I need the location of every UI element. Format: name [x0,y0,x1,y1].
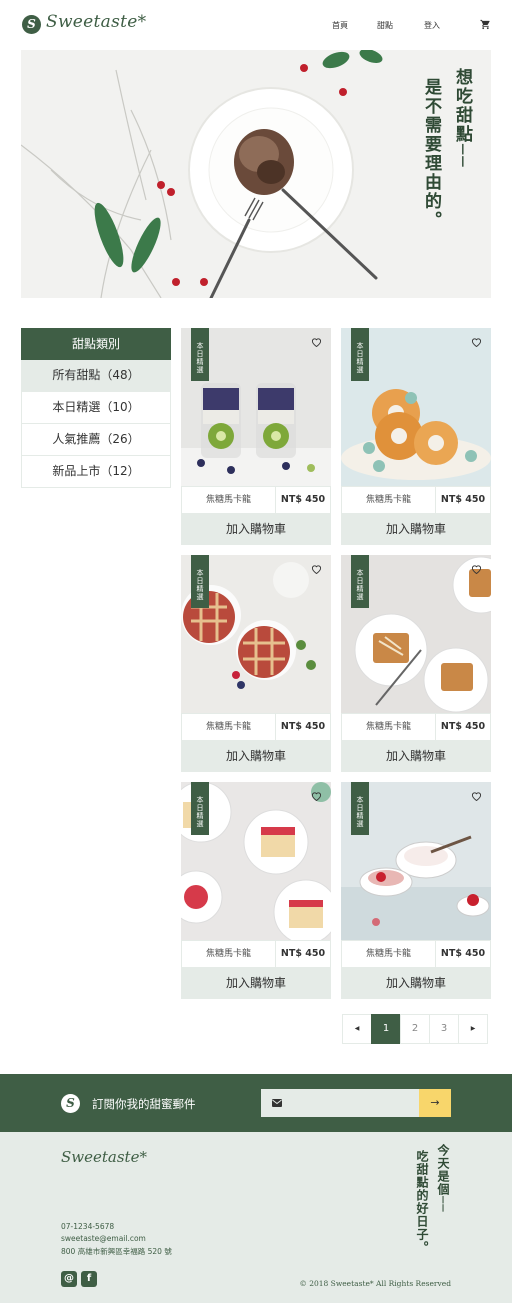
product-price: NT$ 450 [440,721,486,732]
product-info: 焦糖馬卡龍 NT$ 450 [181,713,331,741]
site-footer: Sweetaste* 今天是個── 吃甜點的好日子。 07-1234-5678 … [0,1132,512,1303]
subscribe-bar: S 訂閱你我的甜蜜郵件 → [0,1074,512,1132]
footer-address: 800 高雄市新興區幸福路 520 號 [61,1247,172,1256]
heart-icon[interactable] [311,337,322,347]
product-card: 本日精選 焦糖馬卡龍 NT$ 450 加入購物車 [181,782,331,999]
site-header: S Sweetaste* 首頁 甜點 登入 [0,0,512,50]
featured-badge: 本日精選 [351,555,369,608]
featured-badge: 本日精選 [191,555,209,608]
footer-logo[interactable]: Sweetaste* [61,1148,147,1166]
page-button-2[interactable]: 2 [400,1014,430,1044]
product-info: 焦糖馬卡龍 NT$ 450 [181,486,331,514]
heart-icon[interactable] [471,791,482,801]
add-to-cart-button[interactable]: 加入購物車 [181,514,331,545]
product-name: 焦糖馬卡龍 [342,714,436,740]
mail-icon [272,1099,282,1107]
featured-badge: 本日精選 [191,782,209,835]
product-name: 焦糖馬卡龍 [342,941,436,967]
product-card: 本日精選 焦糖馬卡龍 NT$ 450 加入購物車 [341,555,491,772]
hero-banner: 想吃甜點── 是不需要理由的。 [21,50,491,298]
heart-icon[interactable] [311,791,322,801]
product-price: NT$ 450 [280,948,326,959]
nav-home-link[interactable]: 首頁 [332,20,348,31]
product-info: 焦糖馬卡龍 NT$ 450 [181,940,331,968]
footer-email[interactable]: sweetaste@email.com [61,1234,146,1243]
category-sidebar: 甜點類別 所有甜點（48） 本日精選（10） 人氣推薦（26） 新品上市（12） [21,328,171,488]
footer-title-line1: 今天是個── [436,1144,450,1213]
category-item-new[interactable]: 新品上市（12） [21,456,171,488]
subscribe-text: 訂閱你我的甜蜜郵件 [92,1097,196,1111]
add-to-cart-button[interactable]: 加入購物車 [341,514,491,545]
add-to-cart-button[interactable]: 加入購物車 [341,968,491,999]
category-item-popular[interactable]: 人氣推薦（26） [21,424,171,456]
footer-copyright: © 2018 Sweetaste* All Rights Reserved [299,1279,451,1288]
product-name: 焦糖馬卡龍 [182,487,276,513]
nav-login-link[interactable]: 登入 [424,20,440,31]
hero-title-line2: 是不需要理由的。 [421,78,441,230]
email-input[interactable] [261,1089,419,1117]
heart-icon[interactable] [471,564,482,574]
logo-mark-icon: S [61,1094,80,1113]
nav-dessert-link[interactable]: 甜點 [377,20,393,31]
hero-title: 想吃甜點── 是不需要理由的。 [419,68,475,230]
logo-mark-icon[interactable]: S [22,15,41,34]
featured-badge: 本日精選 [191,328,209,381]
cart-icon[interactable] [480,19,491,30]
featured-badge: 本日精選 [351,328,369,381]
product-card: 本日精選 焦糖馬卡龍 NT$ 450 加入購物車 [181,555,331,772]
page-button-3[interactable]: 3 [429,1014,459,1044]
subscribe-button[interactable]: → [419,1089,451,1117]
product-name: 焦糖馬卡龍 [342,487,436,513]
logo-text[interactable]: Sweetaste* [46,12,146,32]
product-info: 焦糖馬卡龍 NT$ 450 [341,940,491,968]
footer-title: 今天是個── 吃甜點的好日子。 [414,1144,452,1254]
footer-phone: 07-1234-5678 [61,1222,115,1231]
product-card: 本日精選 焦糖馬卡龍 NT$ 450 加入購物車 [341,328,491,545]
product-info: 焦糖馬卡龍 NT$ 450 [341,713,491,741]
add-to-cart-button[interactable]: 加入購物車 [181,741,331,772]
footer-title-line2: 吃甜點的好日子。 [415,1150,429,1254]
product-info: 焦糖馬卡龍 NT$ 450 [341,486,491,514]
heart-icon[interactable] [311,564,322,574]
instagram-icon[interactable]: @ [61,1271,77,1287]
product-price: NT$ 450 [440,494,486,505]
prev-page-button[interactable]: ◀ [342,1014,372,1044]
category-item-daily[interactable]: 本日精選（10） [21,392,171,424]
category-item-all[interactable]: 所有甜點（48） [21,360,171,392]
pagination: ◀ 1 2 3 ▶ [342,1014,488,1044]
next-page-button[interactable]: ▶ [458,1014,488,1044]
heart-icon[interactable] [471,337,482,347]
product-card: 本日精選 焦糖馬卡龍 NT$ 450 加入購物車 [341,782,491,999]
add-to-cart-button[interactable]: 加入購物車 [341,741,491,772]
add-to-cart-button[interactable]: 加入購物車 [181,968,331,999]
facebook-icon[interactable]: f [81,1271,97,1287]
product-price: NT$ 450 [280,494,326,505]
featured-badge: 本日精選 [351,782,369,835]
category-heading: 甜點類別 [21,328,171,360]
product-card: 本日精選 焦糖馬卡龍 NT$ 450 加入購物車 [181,328,331,545]
product-price: NT$ 450 [280,721,326,732]
page-button-1[interactable]: 1 [371,1014,401,1044]
product-name: 焦糖馬卡龍 [182,714,276,740]
hero-title-line1: 想吃甜點── [452,68,472,169]
product-price: NT$ 450 [440,948,486,959]
product-name: 焦糖馬卡龍 [182,941,276,967]
